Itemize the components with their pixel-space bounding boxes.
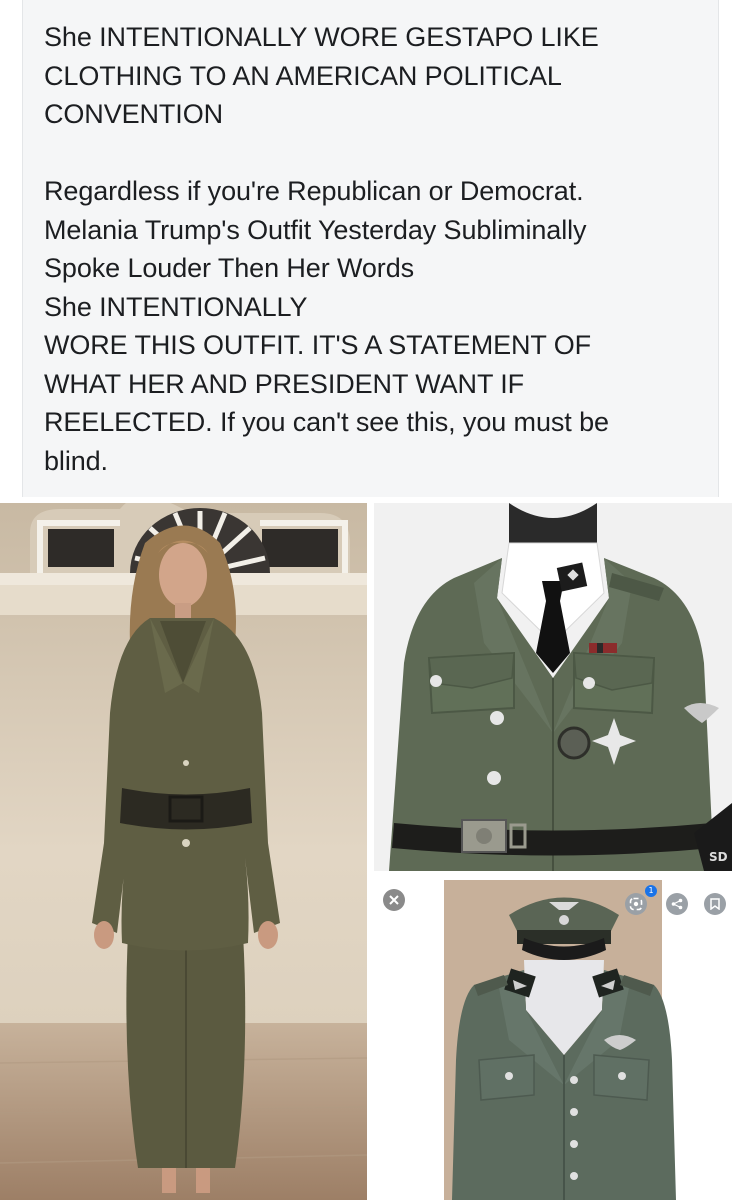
share-icon[interactable] xyxy=(666,893,688,915)
photo-woman-green-suit[interactable] xyxy=(0,503,367,1200)
headline-line: CONVENTION xyxy=(44,99,224,129)
post-headline: She INTENTIONALLY WORE GESTAPO LIKE CLOT… xyxy=(44,18,704,134)
bookmark-icon[interactable] xyxy=(704,893,726,915)
photo-uniform-with-cap[interactable] xyxy=(374,880,732,1200)
body-line: REELECTED. If you can't see this, you mu… xyxy=(44,407,609,437)
body-line: She INTENTIONALLY xyxy=(44,291,308,322)
post: She INTENTIONALLY WORE GESTAPO LIKE CLOT… xyxy=(0,0,732,1200)
body-line: Melania Trump's Outfit Yesterday Sublimi… xyxy=(44,214,587,245)
photo-uniform-tunic[interactable]: SD xyxy=(374,503,732,871)
body-line: WHAT HER AND PRESIDENT WANT IF xyxy=(44,368,525,399)
lens-icon[interactable] xyxy=(625,893,647,915)
body-line: Spoke Louder Then Her Words xyxy=(44,253,415,283)
body-line: Regardless if you're Republican or Democ… xyxy=(44,176,584,206)
sleeve-patch-text: SD xyxy=(709,850,728,864)
body-line: WORE THIS OUTFIT. IT'S A STATEMENT OF xyxy=(44,330,591,360)
post-body: Regardless if you're Republican or Democ… xyxy=(44,172,704,480)
lens-badge: 1 xyxy=(645,885,657,897)
headline-line: CLOTHING TO AN AMERICAN POLITICAL xyxy=(44,60,562,91)
body-line: blind. xyxy=(44,445,108,476)
post-text: She INTENTIONALLY WORE GESTAPO LIKE CLOT… xyxy=(44,18,704,480)
close-icon[interactable] xyxy=(383,889,405,911)
headline-line: She INTENTIONALLY WORE GESTAPO LIKE xyxy=(44,22,599,52)
